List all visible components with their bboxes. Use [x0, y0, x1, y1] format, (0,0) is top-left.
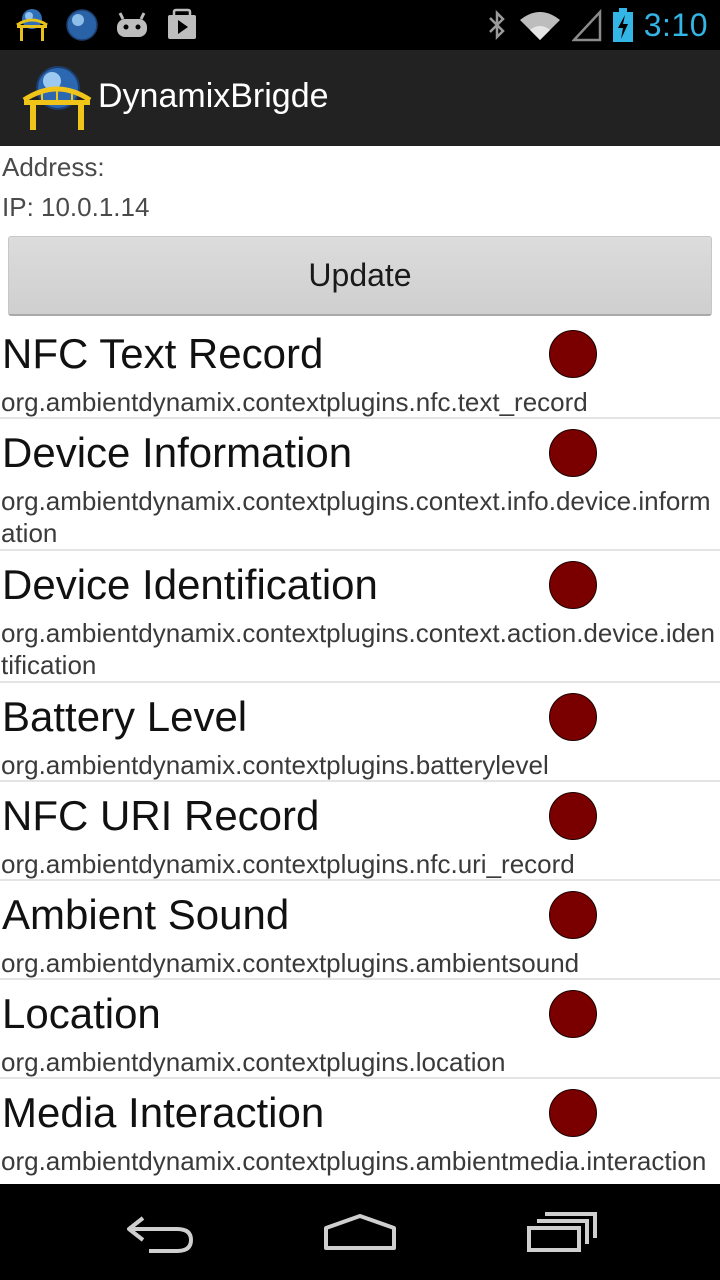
status-bar: 3:10 [0, 0, 720, 50]
globe-icon [66, 9, 98, 41]
status-indicator [549, 330, 597, 378]
clock: 3:10 [643, 6, 708, 43]
action-bar: DynamixBrigde [0, 50, 720, 146]
bluetooth-icon [488, 9, 505, 41]
status-indicator [549, 693, 597, 741]
plugin-id: org.ambientdynamix.contextplugins.locati… [1, 1047, 506, 1077]
status-indicator [549, 990, 597, 1038]
plugin-name: Ambient Sound [2, 891, 290, 938]
plugin-id: org.ambientdynamix.contextplugins.nfc.te… [1, 387, 588, 417]
plugin-name: Media Interaction [2, 1089, 325, 1136]
plugin-id: org.ambientdynamix.contextplugins.contex… [1, 618, 715, 680]
list-item[interactable]: Device Information org.ambientdynamix.co… [0, 419, 720, 551]
plugin-name: Location [2, 990, 161, 1037]
plugin-id: org.ambientdynamix.contextplugins.contex… [1, 486, 711, 548]
status-indicator [549, 429, 597, 477]
battery-charging-icon [612, 8, 633, 42]
play-store-icon [168, 8, 196, 39]
back-icon[interactable] [115, 1202, 205, 1262]
plugin-name: NFC URI Record [2, 792, 320, 839]
list-item[interactable]: NFC URI Record org.ambientdynamix.contex… [0, 782, 720, 881]
list-item[interactable]: Battery Level org.ambientdynamix.context… [0, 683, 720, 782]
plugin-name: NFC Text Record [2, 330, 324, 377]
list-item[interactable]: NFC Text Record org.ambientdynamix.conte… [0, 320, 720, 419]
wifi-icon [519, 12, 560, 40]
plugin-name: Device Information [2, 429, 353, 476]
android-icon [117, 12, 147, 37]
list-item[interactable]: Media Interaction org.ambientdynamix.con… [0, 1079, 720, 1184]
plugin-id: org.ambientdynamix.contextplugins.nfc.ur… [1, 849, 575, 879]
home-icon[interactable] [315, 1202, 405, 1262]
plugin-list: NFC Text Record org.ambientdynamix.conte… [0, 320, 720, 1184]
system-icons: 3:10 [486, 0, 708, 50]
list-item[interactable]: Location org.ambientdynamix.contextplugi… [0, 980, 720, 1079]
navigation-bar [0, 1184, 720, 1280]
bridge-globe-icon[interactable] [22, 64, 92, 132]
list-item[interactable]: Device Identification org.ambientdynamix… [0, 551, 720, 683]
bridge-icon [16, 9, 48, 41]
ip-address: IP: 10.0.1.14 [2, 192, 150, 222]
update-button[interactable]: Update [8, 236, 712, 316]
app-title: DynamixBrigde [98, 77, 329, 115]
recent-apps-icon[interactable] [517, 1202, 607, 1262]
plugin-name: Device Identification [2, 561, 378, 608]
status-indicator [549, 1089, 597, 1137]
list-item[interactable]: Ambient Sound org.ambientdynamix.context… [0, 881, 720, 980]
plugin-id: org.ambientdynamix.contextplugins.ambien… [1, 948, 580, 978]
plugin-name: Battery Level [2, 693, 248, 740]
address-label: Address: [2, 152, 105, 182]
screen: 3:10 DynamixBrigde Address: IP: 10.0.1.1… [0, 0, 720, 1280]
status-indicator [549, 891, 597, 939]
notification-icons [14, 6, 200, 44]
status-indicator [549, 792, 597, 840]
main-content: Address: IP: 10.0.1.14 Update NFC Text R… [0, 146, 720, 1184]
plugin-id: org.ambientdynamix.contextplugins.ambien… [1, 1146, 707, 1176]
status-indicator [549, 561, 597, 609]
plugin-id: org.ambientdynamix.contextplugins.batter… [1, 750, 549, 780]
signal-icon [571, 8, 601, 42]
